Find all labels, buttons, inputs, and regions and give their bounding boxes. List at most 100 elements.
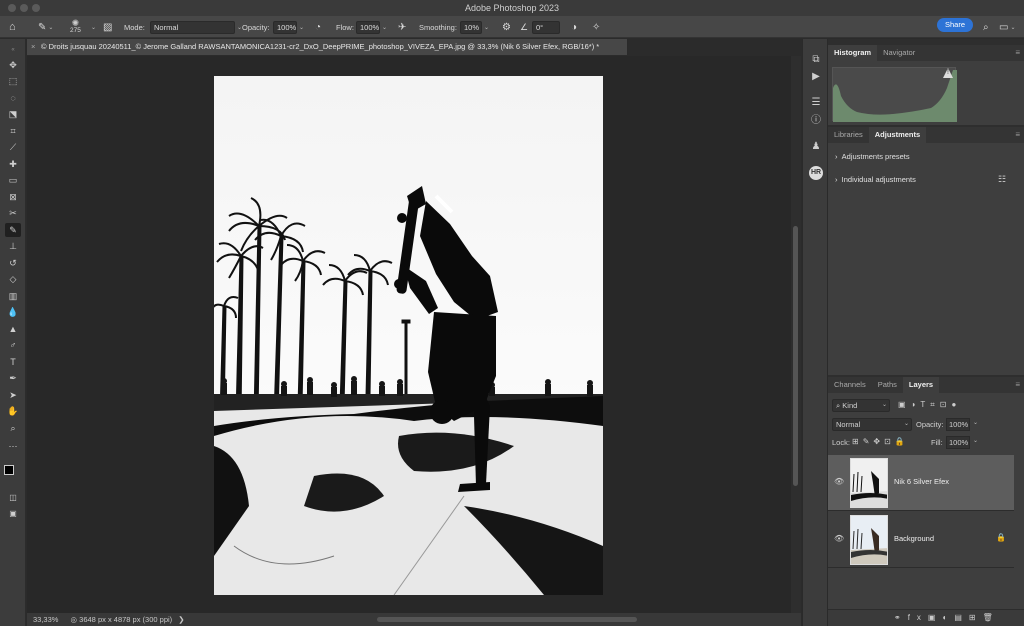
visibility-eye-icon[interactable]: 👁 <box>834 534 844 543</box>
zoom-tool-icon[interactable]: ⌕ <box>5 421 21 435</box>
clone-source-icon[interactable]: ♟ <box>809 140 823 154</box>
crop-tool-icon[interactable]: ⌗ <box>5 124 21 138</box>
path-selection-tool-icon[interactable]: ➤ <box>5 388 21 402</box>
tab-navigator[interactable]: Navigator <box>877 45 921 61</box>
layer-name[interactable]: Nik 6 Silver Efex <box>894 477 949 486</box>
minimize-window-icon[interactable] <box>20 4 28 12</box>
flow-value: 100% <box>356 20 380 34</box>
symmetry-icon[interactable]: ✧ <box>592 16 600 38</box>
layer-opacity-label: Opacity: <box>916 420 944 429</box>
brush-tip-icon: ✺ <box>71 18 80 28</box>
visibility-eye-icon[interactable]: 👁 <box>834 477 844 486</box>
workspace-icon[interactable]: ▭ ⌄ <box>999 16 1015 38</box>
adjustments-presets-row[interactable]: › Adjustments presets <box>835 152 910 161</box>
layer-name[interactable]: Background <box>894 534 934 543</box>
brush-preset-icon[interactable]: ✎ ⌄ <box>38 16 53 38</box>
clone-stamp-tool-icon[interactable]: ⊥ <box>5 239 21 253</box>
zoom-window-icon[interactable] <box>32 4 40 12</box>
search-icon[interactable]: ⌕ <box>983 16 989 38</box>
layer-filter-kind[interactable]: ⌕ Kind ⌄ <box>832 399 890 412</box>
status-menu-arrow-icon[interactable]: ❯ <box>178 615 184 624</box>
angle-field[interactable]: 0° <box>532 16 560 38</box>
layer-thumbnail <box>850 458 888 508</box>
frame-tool-icon[interactable]: ⊠ <box>5 190 21 204</box>
blur-tool-icon[interactable]: 💧 <box>5 305 21 319</box>
opacity-caret-icon[interactable]: ⌄ <box>973 419 978 426</box>
content-aware-move-icon[interactable]: ✂ <box>5 206 21 220</box>
info-icon[interactable]: ⓘ <box>809 114 823 128</box>
screen-mode-icon[interactable]: ▣ <box>5 507 21 521</box>
lock-icon[interactable]: 🔒 <box>996 533 1006 542</box>
fill-field[interactable]: 100% <box>946 436 970 449</box>
brush-size-picker[interactable]: ✺ 275 <box>70 16 81 38</box>
tab-histogram[interactable]: Histogram <box>828 45 878 61</box>
brush-tool-icon[interactable]: ✎ <box>5 223 21 237</box>
canvas-vertical-scrollbar[interactable] <box>791 56 801 613</box>
layers-footer-icons[interactable]: ⚭fx▣◐▤⊞🗑 <box>894 613 1000 622</box>
eyedropper-tool-icon[interactable]: ⟋ <box>5 140 21 154</box>
histogram-curve <box>833 70 957 122</box>
scrollbar-thumb[interactable] <box>793 226 798 486</box>
hand-tool-icon[interactable]: ✋ <box>5 404 21 418</box>
panel-menu-icon[interactable]: ≡ <box>1015 377 1020 393</box>
share-button[interactable]: Share <box>937 18 973 32</box>
blend-mode-select[interactable]: Normal ⌄ <box>832 418 912 431</box>
brush-size-caret-icon[interactable]: ⌄ <box>89 16 96 38</box>
layer-row[interactable]: 👁 Background 🔒 <box>828 512 1014 568</box>
plugin-hr-icon[interactable]: HR <box>809 166 823 180</box>
dodge-tool-icon[interactable]: ♂ <box>5 338 21 352</box>
airbrush-icon[interactable]: ✈ <box>398 16 406 38</box>
more-tools-icon[interactable]: ⋯ <box>5 439 21 453</box>
panel-menu-icon[interactable]: ≡ <box>1015 45 1020 61</box>
panel-menu-icon[interactable]: ≡ <box>1015 127 1020 143</box>
bandage-tool-icon[interactable]: ▭ <box>5 173 21 187</box>
smoothing-gear-icon[interactable]: ⚙ <box>502 16 511 38</box>
actions-play-icon[interactable]: ▶ <box>809 70 823 84</box>
pressure-size-icon[interactable]: ◑ <box>571 16 577 38</box>
history-icon[interactable]: ⧉ <box>809 53 823 67</box>
healing-brush-tool-icon[interactable]: ✚ <box>5 157 21 171</box>
tab-libraries[interactable]: Libraries <box>828 127 869 143</box>
document-image[interactable] <box>214 76 603 595</box>
toolbar-collapse-icon[interactable]: « <box>5 43 21 57</box>
brush-settings-icon[interactable]: ▨ <box>103 16 112 38</box>
status-bar: 33,33% ◎ 3648 px x 4878 px (300 ppi) ❯ <box>27 613 801 626</box>
close-document-icon[interactable]: × <box>31 39 35 55</box>
opacity-field[interactable]: 100% ⌄ <box>273 16 304 38</box>
move-tool-icon[interactable]: ✥ <box>5 58 21 72</box>
canvas-horizontal-scrollbar[interactable] <box>377 617 637 622</box>
tab-layers[interactable]: Layers <box>902 377 940 393</box>
list-view-icon[interactable]: ☷ <box>998 174 1006 185</box>
properties-icon[interactable]: ☰ <box>809 96 823 110</box>
histogram-panel: Histogram Navigator ≡ ! <box>828 45 1024 125</box>
sharpen-tool-icon[interactable]: ▲ <box>5 322 21 336</box>
layer-opacity-field[interactable]: 100% <box>946 418 970 431</box>
tab-paths[interactable]: Paths <box>872 377 903 393</box>
mode-select[interactable]: Normal ⌄ <box>150 16 242 38</box>
fill-caret-icon[interactable]: ⌄ <box>973 437 978 444</box>
type-tool-icon[interactable]: T <box>5 355 21 369</box>
history-brush-tool-icon[interactable]: ↺ <box>5 256 21 270</box>
smoothing-field[interactable]: 10% ⌄ <box>460 16 489 38</box>
individual-adjustments-row[interactable]: › Individual adjustments <box>835 175 916 184</box>
object-selection-tool-icon[interactable]: ⬔ <box>5 107 21 121</box>
quick-mask-icon[interactable]: ◫ <box>5 491 21 505</box>
pressure-opacity-icon[interactable]: ◔ <box>315 16 321 38</box>
gradient-tool-icon[interactable]: ▥ <box>5 289 21 303</box>
tab-adjustments[interactable]: Adjustments <box>868 127 927 143</box>
pen-tool-icon[interactable]: ✒ <box>5 371 21 385</box>
eraser-tool-icon[interactable]: ◇ <box>5 272 21 286</box>
flow-field[interactable]: 100% ⌄ <box>356 16 387 38</box>
foreground-color-swatch[interactable] <box>4 465 14 475</box>
document-tab[interactable]: × © Droits jusquau 20240511_© Jerome Gal… <box>27 39 628 55</box>
home-icon[interactable]: ⌂ <box>9 16 16 38</box>
marquee-tool-icon[interactable]: ⬚ <box>5 74 21 88</box>
layer-filter-icons[interactable]: ▣◑T⌗⊡● <box>898 400 961 410</box>
blend-mode-value: Normal <box>836 420 861 429</box>
zoom-level[interactable]: 33,33% <box>33 615 58 624</box>
close-window-icon[interactable] <box>8 4 16 12</box>
lock-icons[interactable]: ⊞✎✥⊡🔒 <box>852 437 909 446</box>
tab-channels[interactable]: Channels <box>828 377 872 393</box>
layer-row[interactable]: 👁 Nik 6 Silver Efex <box>828 455 1014 511</box>
lasso-tool-icon[interactable]: ◌ <box>5 91 21 105</box>
